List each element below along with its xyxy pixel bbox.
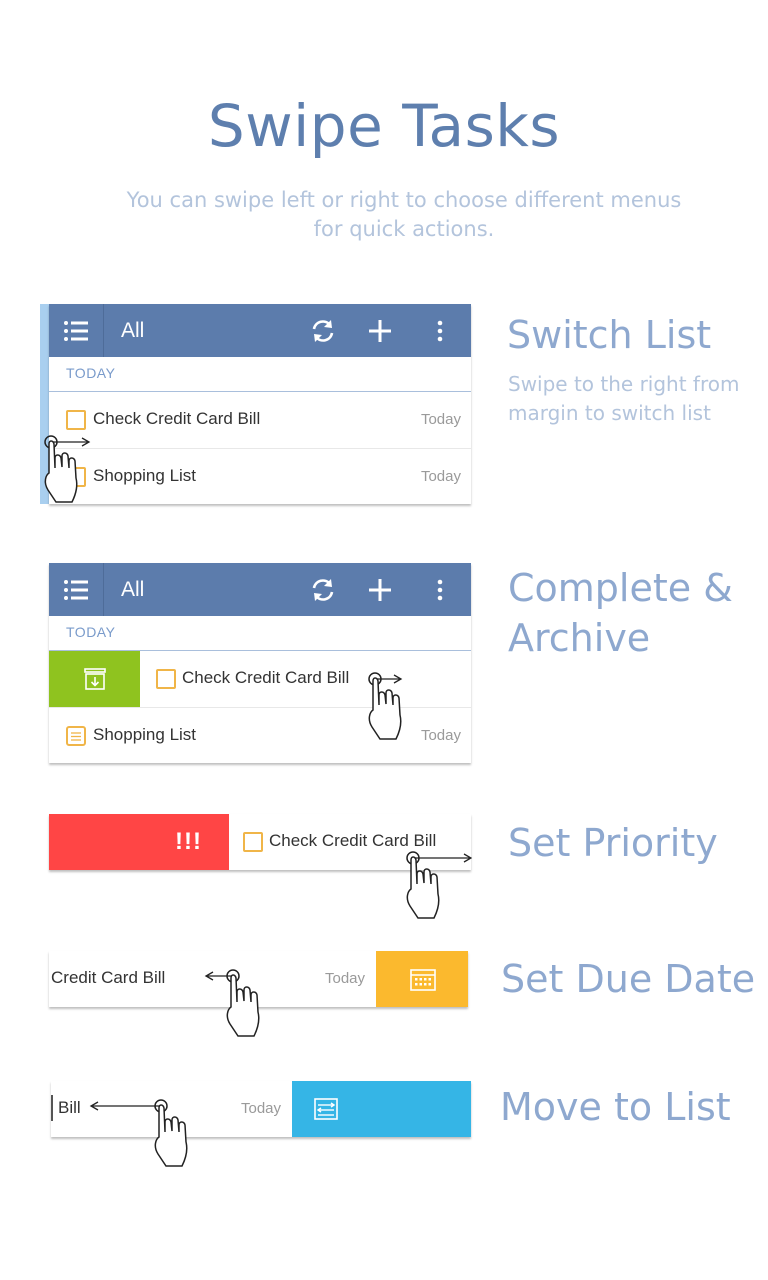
sync-icon[interactable] bbox=[309, 576, 337, 604]
due-date-action[interactable] bbox=[376, 951, 468, 1007]
swipe-hand-icon bbox=[44, 435, 91, 503]
subtitle-line-2: for quick actions. bbox=[313, 217, 495, 241]
section-header: TODAY bbox=[49, 357, 471, 392]
menu-button[interactable] bbox=[49, 563, 104, 616]
priority-mark: !!! bbox=[175, 828, 202, 855]
feature-title-set-priority: Set Priority bbox=[508, 821, 718, 865]
checkbox-icon[interactable] bbox=[156, 669, 176, 689]
menu-icon bbox=[64, 321, 88, 341]
task-title: Check Credit Card Bill bbox=[182, 668, 350, 687]
feature-title-switch-list: Switch List bbox=[507, 313, 712, 357]
swipe-hand-icon bbox=[204, 969, 260, 1037]
sync-icon[interactable] bbox=[309, 317, 337, 345]
archive-action[interactable] bbox=[49, 651, 140, 707]
add-icon[interactable] bbox=[366, 317, 394, 345]
desc-line-1: Swipe to the right from bbox=[508, 372, 740, 396]
task-row[interactable]: Check Credit Card Bill Today bbox=[49, 392, 471, 449]
page-title: Swipe Tasks bbox=[207, 92, 561, 160]
checkbox-icon[interactable] bbox=[66, 410, 86, 430]
move-list-icon bbox=[314, 1098, 338, 1120]
switch-list-demo-card: All TODAY Check Credit Card Bill Today S… bbox=[49, 304, 471, 504]
task-date: Today bbox=[420, 411, 461, 428]
task-title: Check Credit Card Bill bbox=[93, 409, 261, 428]
feature-title-move-to-list: Move to List bbox=[500, 1085, 731, 1129]
task-row[interactable]: Shopping List Today bbox=[49, 449, 471, 505]
add-icon[interactable] bbox=[366, 576, 394, 604]
move-list-action[interactable] bbox=[292, 1081, 471, 1137]
task-date: Today bbox=[325, 970, 366, 987]
feature-desc-switch-list: Swipe to the right from margin to switch… bbox=[508, 370, 739, 428]
section-label: TODAY bbox=[66, 365, 116, 381]
subtitle-line-1: You can swipe left or right to choose di… bbox=[126, 188, 682, 212]
menu-icon bbox=[64, 580, 88, 600]
title-line-2: Archive bbox=[508, 616, 651, 660]
checkbox-icon[interactable] bbox=[243, 832, 263, 852]
more-icon[interactable] bbox=[426, 576, 454, 604]
toolbar: All bbox=[49, 563, 471, 616]
more-icon[interactable] bbox=[426, 317, 454, 345]
desc-line-2: margin to switch list bbox=[508, 401, 711, 425]
section-label: TODAY bbox=[66, 624, 116, 640]
task-date: Today bbox=[420, 468, 461, 485]
page-subtitle: You can swipe left or right to choose di… bbox=[120, 186, 688, 244]
task-title: Bill bbox=[58, 1098, 81, 1117]
swipe-hand-icon bbox=[406, 851, 472, 919]
list-name[interactable]: All bbox=[121, 578, 144, 602]
toolbar: All bbox=[49, 304, 471, 357]
task-date: Today bbox=[241, 1100, 282, 1117]
task-title: Shopping List bbox=[93, 725, 197, 744]
feature-title-set-due-date: Set Due Date bbox=[501, 957, 756, 1001]
task-title: Credit Card Bill bbox=[51, 968, 166, 987]
archive-icon bbox=[84, 668, 106, 690]
menu-button[interactable] bbox=[49, 304, 104, 357]
feature-title-complete-archive: Complete & Archive bbox=[508, 563, 733, 663]
calendar-icon bbox=[410, 969, 436, 991]
swipe-hand-icon bbox=[89, 1099, 188, 1167]
title-line-1: Complete & bbox=[508, 566, 733, 610]
swipe-hand-icon bbox=[368, 672, 403, 740]
priority-action[interactable]: !!! bbox=[49, 814, 229, 870]
text-cut-edge bbox=[51, 1095, 53, 1121]
section-header: TODAY bbox=[49, 616, 471, 651]
task-title: Shopping List bbox=[93, 466, 197, 485]
list-note-icon bbox=[66, 726, 86, 746]
list-name[interactable]: All bbox=[121, 319, 144, 343]
